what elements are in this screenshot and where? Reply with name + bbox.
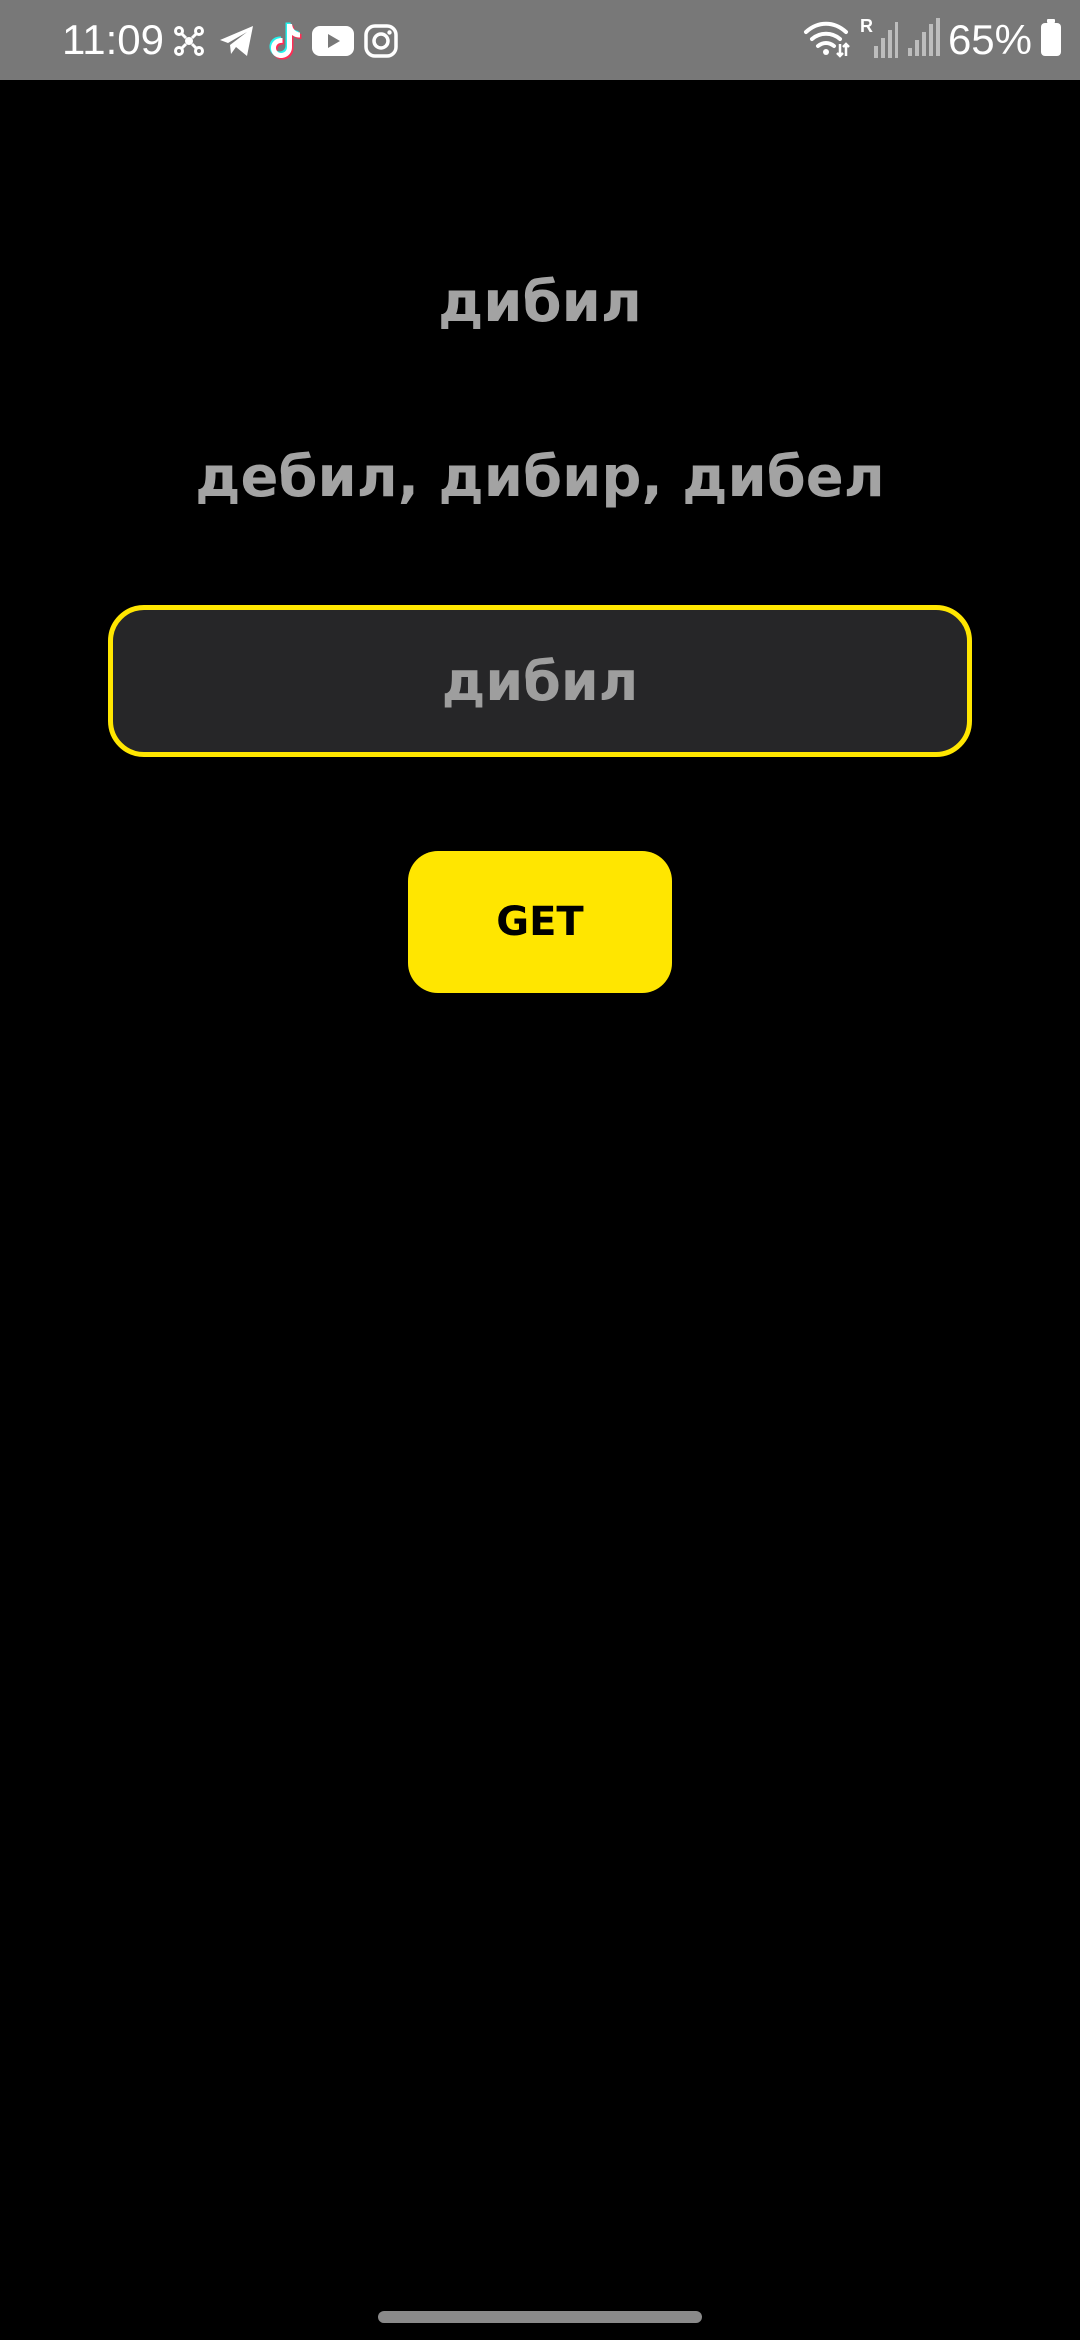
network-hub-icon <box>168 20 210 62</box>
tiktok-icon <box>264 20 306 62</box>
word-input-container[interactable] <box>108 605 972 757</box>
notification-icons <box>168 20 402 62</box>
wifi-icon <box>802 18 850 62</box>
battery-icon <box>1040 19 1062 61</box>
app-screen: 11:09 R 65% дибил дебил, дибир, дибел ди… <box>0 0 1080 2340</box>
home-indicator[interactable] <box>378 2311 702 2323</box>
telegram-icon <box>216 20 258 62</box>
status-bar: 11:09 R 65% <box>0 0 1080 80</box>
get-button[interactable]: GET <box>408 851 672 993</box>
roaming-signal-icon: R <box>858 16 898 60</box>
youtube-icon <box>312 20 354 62</box>
word-title: дибил <box>438 270 642 335</box>
word-suggestions: дебил, дибир, дибел <box>195 445 885 510</box>
word-input[interactable] <box>113 610 967 752</box>
system-status-icons: R 65% <box>802 16 1062 63</box>
signal-icon <box>906 18 940 62</box>
battery-percent: 65% <box>947 16 1032 63</box>
instagram-icon <box>360 20 402 62</box>
status-time: 11:09 <box>62 16 164 63</box>
